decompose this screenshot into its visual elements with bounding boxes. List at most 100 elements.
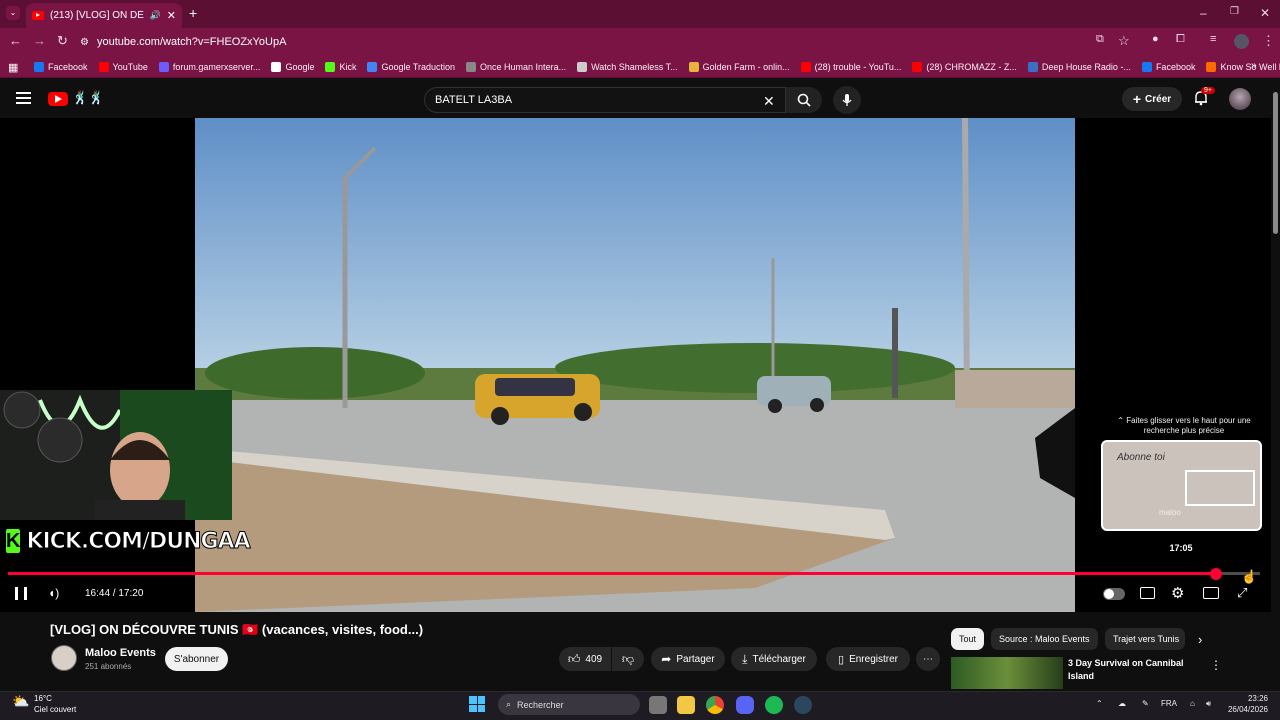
bookmark-item[interactable]: forum.gamerxserver... bbox=[158, 61, 260, 72]
create-button[interactable]: + Créer bbox=[1122, 87, 1182, 111]
maximize-button[interactable]: ❐ bbox=[1230, 6, 1239, 17]
media-controls-icon[interactable]: ≡ bbox=[1210, 33, 1216, 45]
tab-list-button[interactable]: ⌄ bbox=[6, 6, 20, 20]
plus-icon: + bbox=[1132, 91, 1142, 107]
bookmark-item[interactable]: Kick bbox=[325, 61, 356, 72]
bookmark-label: (28) CHROMAZZ - Z... bbox=[926, 61, 1017, 72]
network-icon[interactable]: ⌂ bbox=[1190, 699, 1195, 708]
subscribe-button[interactable]: S'abonner bbox=[165, 647, 228, 671]
file-explorer-icon[interactable] bbox=[677, 696, 695, 714]
scrollbar-thumb[interactable] bbox=[1273, 92, 1278, 234]
chip-route[interactable]: Trajet vers Tunis bbox=[1105, 628, 1185, 650]
chip-source[interactable]: Source : Maloo Events bbox=[991, 628, 1098, 650]
dislike-button[interactable]: 👎︎ bbox=[612, 647, 644, 671]
task-view-icon[interactable] bbox=[649, 696, 667, 714]
site-info-icon[interactable]: ⚙ bbox=[80, 37, 89, 48]
recommendation-menu-icon[interactable]: ⋮ bbox=[1210, 658, 1222, 672]
video-frame[interactable] bbox=[195, 118, 1075, 612]
recommendation-thumbnail[interactable] bbox=[951, 657, 1063, 689]
download-button[interactable]: ⤓ Télécharger bbox=[731, 647, 817, 671]
bookmark-item[interactable]: Google Traduction bbox=[367, 61, 455, 72]
volume-button[interactable]: ◖) bbox=[48, 586, 59, 600]
clock-time[interactable]: 23:26 bbox=[1228, 694, 1268, 703]
forward-icon[interactable]: → bbox=[33, 33, 46, 48]
taskbar-search[interactable]: ⌕ Rechercher bbox=[498, 694, 640, 715]
install-icon[interactable]: ⧉ bbox=[1096, 33, 1104, 46]
chrome-icon[interactable] bbox=[706, 696, 724, 714]
bookmark-favicon-icon bbox=[688, 61, 699, 72]
bookmark-item[interactable]: YouTube bbox=[98, 61, 148, 72]
subtitles-icon[interactable] bbox=[1140, 587, 1155, 599]
pause-button[interactable] bbox=[15, 587, 27, 600]
like-button[interactable]: 👍︎ 409 bbox=[559, 647, 611, 671]
account-avatar[interactable] bbox=[1229, 88, 1251, 110]
apps-grid-icon[interactable]: ▦ bbox=[8, 61, 18, 74]
bookmark-item[interactable]: Deep House Radio -... bbox=[1027, 61, 1131, 72]
tab-close-icon[interactable]: ✕ bbox=[167, 9, 176, 22]
progress-scrubber[interactable] bbox=[1210, 568, 1222, 580]
address-bar[interactable]: ⚙ youtube.com/watch?v=FHEOZxYoUpA bbox=[80, 32, 1140, 52]
extension-icon[interactable]: ● bbox=[1152, 33, 1159, 45]
search-button[interactable] bbox=[786, 87, 822, 113]
spotify-icon[interactable] bbox=[765, 696, 783, 714]
bookmark-label: Golden Farm - onlin... bbox=[702, 61, 790, 72]
tab-active[interactable]: (213) [VLOG] ON DÉCOUVRE 🔊 ✕ bbox=[26, 3, 182, 28]
autoplay-toggle[interactable] bbox=[1103, 588, 1125, 600]
clock-date[interactable]: 26/04/2026 bbox=[1222, 705, 1268, 714]
volume-tray-icon[interactable]: 🔊︎ bbox=[1206, 699, 1211, 709]
weather-desc: Ciel couvert bbox=[34, 705, 77, 714]
reload-icon[interactable]: ↻ bbox=[57, 33, 68, 49]
theater-mode-icon[interactable] bbox=[1203, 587, 1219, 599]
bookmark-favicon-icon bbox=[158, 61, 169, 72]
search-input[interactable]: BATELT LA3BA ✕ bbox=[424, 87, 786, 113]
browser-menu-icon[interactable]: ⋮ bbox=[1262, 33, 1275, 49]
bookmarks-overflow-icon[interactable]: » bbox=[1251, 60, 1257, 71]
save-button[interactable]: ▯ Enregistrer bbox=[826, 647, 910, 671]
profile-avatar[interactable] bbox=[1234, 34, 1249, 49]
bookmark-favicon-icon bbox=[1141, 61, 1152, 72]
bookmark-star-icon[interactable]: ☆ bbox=[1118, 33, 1130, 49]
bookmark-item[interactable]: Know So Well by TE... bbox=[1206, 61, 1280, 72]
discord-icon[interactable] bbox=[736, 696, 754, 714]
bookmark-favicon-icon bbox=[466, 61, 477, 72]
chips-next-icon[interactable]: › bbox=[1198, 632, 1202, 647]
tray-app-icon-2[interactable]: ✎ bbox=[1142, 699, 1149, 708]
bookmark-item[interactable]: Once Human Intera... bbox=[466, 61, 567, 72]
fullscreen-icon[interactable]: ⤢ bbox=[1237, 585, 1247, 601]
channel-name[interactable]: Maloo Events bbox=[85, 647, 156, 659]
back-icon[interactable]: ← bbox=[9, 33, 22, 48]
close-window-button[interactable]: ✕ bbox=[1260, 6, 1270, 20]
weather-icon[interactable]: ⛅ bbox=[12, 693, 29, 710]
bookmark-item[interactable]: Google bbox=[271, 61, 314, 72]
steam-icon[interactable] bbox=[794, 696, 812, 714]
start-windows-icon[interactable] bbox=[469, 696, 485, 712]
bookmark-favicon-icon bbox=[98, 61, 109, 72]
bookmark-item[interactable]: (28) trouble - YouTu... bbox=[800, 61, 901, 72]
minimize-button[interactable]: – bbox=[1200, 6, 1207, 20]
taskbar-search-label: Rechercher bbox=[517, 699, 564, 710]
tray-app-icon[interactable]: ☁ bbox=[1118, 699, 1126, 708]
bookmark-item[interactable]: (28) CHROMAZZ - Z... bbox=[912, 61, 1017, 72]
more-actions-button[interactable]: ⋯ bbox=[916, 647, 940, 671]
audio-playing-icon[interactable]: 🔊 bbox=[150, 10, 161, 21]
chip-all[interactable]: Tout bbox=[951, 628, 985, 650]
bookmark-item[interactable]: Facebook bbox=[1141, 61, 1195, 72]
youtube-logo[interactable] bbox=[48, 92, 68, 106]
channel-avatar[interactable] bbox=[51, 645, 77, 671]
bookmark-item[interactable]: Watch Shameless T... bbox=[577, 61, 678, 72]
language-indicator[interactable]: FRA bbox=[1161, 699, 1177, 708]
extensions-puzzle-icon[interactable]: ⧠ bbox=[1176, 33, 1185, 46]
clear-search-icon[interactable]: ✕ bbox=[763, 93, 775, 110]
voice-search-button[interactable] bbox=[833, 86, 861, 114]
recommendation-title[interactable]: 3 Day Survival on Cannibal Island bbox=[1068, 657, 1188, 683]
bookmark-item[interactable]: Golden Farm - onlin... bbox=[688, 61, 790, 72]
share-button[interactable]: ➦ Partager bbox=[651, 647, 725, 671]
doodle-logo[interactable]: 🕺🏾🕺🏾 bbox=[72, 90, 116, 108]
hamburger-menu-icon[interactable] bbox=[16, 92, 31, 104]
tray-overflow-icon[interactable]: ⌃ bbox=[1096, 699, 1103, 708]
bookmark-item[interactable]: Facebook bbox=[34, 61, 88, 72]
new-tab-button[interactable]: + bbox=[189, 5, 197, 21]
settings-gear-icon[interactable]: ⚙ bbox=[1171, 584, 1184, 602]
notifications-button[interactable]: 9+ bbox=[1193, 87, 1215, 108]
bookmark-label: Once Human Intera... bbox=[480, 61, 567, 72]
